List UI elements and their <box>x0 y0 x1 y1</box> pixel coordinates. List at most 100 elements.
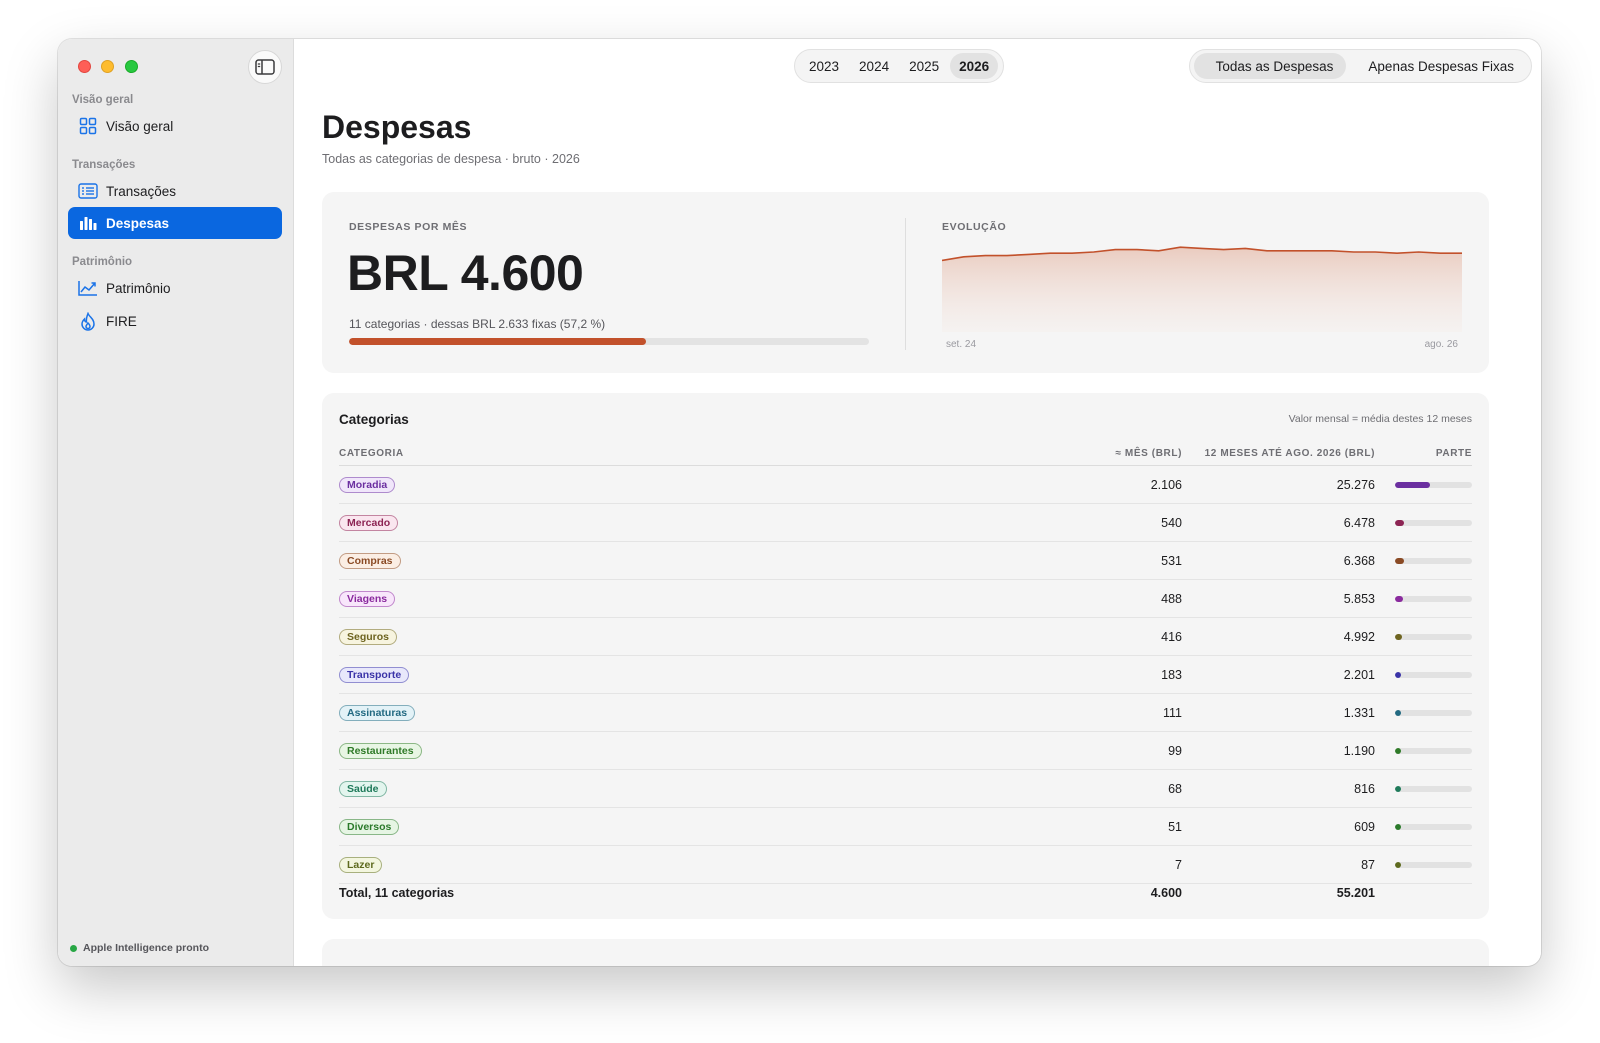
status-dot-icon <box>70 944 77 952</box>
table-row[interactable]: Seguros 416 4.992 <box>339 618 1472 656</box>
trend-icon <box>78 278 98 298</box>
share-bar <box>1395 710 1472 716</box>
sidebar-item-label: Patrimônio <box>106 280 171 296</box>
month-value: 99 <box>1168 744 1182 758</box>
share-fill <box>1395 786 1401 792</box>
table-row[interactable]: Compras 531 6.368 <box>339 542 1472 580</box>
category-tag[interactable]: Restaurantes <box>339 743 422 759</box>
sidebar-item-label: FIRE <box>106 313 137 329</box>
total-label: Total, 11 categorias <box>339 886 455 900</box>
table-row[interactable]: Moradia 2.106 25.276 <box>339 466 1472 504</box>
fixed-share-bar <box>349 338 869 345</box>
app-window: Visão geral Visão geral Transações Trans… <box>58 39 1541 966</box>
monthly-expenses-label: DESPESAS POR MÊS <box>349 221 468 233</box>
column-header-month[interactable]: ≈ MÊS (BRL) <box>1115 448 1182 459</box>
sidebar-toggle-button[interactable] <box>248 50 282 84</box>
12-months-value: 1.331 <box>1343 706 1375 720</box>
sidebar-section-transactions: Transações <box>72 159 136 171</box>
bar-chart-icon <box>78 213 98 233</box>
page-subtitle: Todas as categorias de despesa · bruto ·… <box>322 152 580 166</box>
year-2025-button[interactable]: 2025 <box>900 53 948 79</box>
divider <box>905 218 906 350</box>
sidebar-item-label: Transações <box>106 183 177 199</box>
category-tag[interactable]: Viagens <box>339 591 396 607</box>
month-value: 183 <box>1161 668 1182 682</box>
table-row[interactable]: Viagens 488 5.853 <box>339 580 1472 618</box>
table-row[interactable]: Mercado 540 6.478 <box>339 504 1472 542</box>
month-value: 488 <box>1161 592 1182 606</box>
table-row[interactable]: Restaurantes 99 1.190 <box>339 732 1472 770</box>
sidebar-section-patrimony: Patrimônio <box>72 256 133 268</box>
share-bar <box>1395 558 1472 564</box>
share-bar <box>1395 748 1472 754</box>
evolution-end-label: ago. 26 <box>1424 339 1458 350</box>
year-2023-button[interactable]: 2023 <box>800 53 848 79</box>
month-value: 540 <box>1161 516 1182 530</box>
column-header-category[interactable]: CATEGORIA <box>339 448 404 459</box>
month-value: 51 <box>1168 820 1182 834</box>
year-2026-button[interactable]: 2026 <box>950 53 999 79</box>
table-row[interactable]: Assinaturas 111 1.331 <box>339 694 1472 732</box>
category-tag[interactable]: Mercado <box>339 515 399 531</box>
12-months-value: 816 <box>1354 782 1375 796</box>
sidebar-item-transactions[interactable]: Transações <box>68 175 282 207</box>
category-tag[interactable]: Seguros <box>339 629 398 645</box>
evolution-chart <box>942 246 1462 332</box>
month-value: 111 <box>1162 706 1182 720</box>
sidebar-item-label: Visão geral <box>106 118 174 134</box>
category-tag[interactable]: Lazer <box>339 857 383 873</box>
table-row[interactable]: Transporte 183 2.201 <box>339 656 1472 694</box>
grid-icon <box>78 116 98 136</box>
share-fill <box>1395 520 1404 526</box>
share-fill <box>1395 862 1401 868</box>
column-header-share[interactable]: PARTE <box>1436 448 1472 459</box>
flame-icon <box>78 311 98 331</box>
12-months-value: 2.201 <box>1343 668 1375 682</box>
12-months-value: 4.992 <box>1343 630 1375 644</box>
sidebar-item-patrimony[interactable]: Patrimônio <box>68 272 282 304</box>
category-tag[interactable]: Diversos <box>339 819 400 835</box>
fixed-share-fill <box>349 338 647 345</box>
12-months-value: 609 <box>1354 820 1375 834</box>
filter-all-expenses-button[interactable]: Todas as Despesas <box>1193 53 1347 79</box>
category-tag[interactable]: Transporte <box>339 667 410 683</box>
ai-status-text: Apple Intelligence pronto <box>83 942 210 954</box>
share-bar <box>1395 672 1472 678</box>
table-row[interactable]: Diversos 51 609 <box>339 808 1472 846</box>
zoom-window-button[interactable] <box>125 60 138 73</box>
12-months-value: 5.853 <box>1343 592 1375 606</box>
category-tag[interactable]: Compras <box>339 553 401 569</box>
minimize-window-button[interactable] <box>101 60 114 73</box>
filter-fixed-expenses-button[interactable]: Apenas Despesas Fixas <box>1346 53 1527 79</box>
12-months-value: 6.368 <box>1343 554 1375 568</box>
sidebar-item-overview[interactable]: Visão geral <box>68 110 282 142</box>
categories-rows: Moradia 2.106 25.276 Mercado 540 6.478 Compras… <box>339 466 1472 884</box>
sidebar-section-overview: Visão geral <box>72 94 134 106</box>
column-header-12-months[interactable]: 12 MESES ATÉ AGO. 2026 (BRL) <box>1205 448 1375 459</box>
table-row[interactable]: Saúde 68 816 <box>339 770 1472 808</box>
year-2024-button[interactable]: 2024 <box>850 53 898 79</box>
share-bar <box>1395 482 1472 488</box>
month-value: 68 <box>1168 782 1182 796</box>
share-fill <box>1395 482 1431 488</box>
monthly-expenses-note: 11 categorias · dessas BRL 2.633 fixas (… <box>349 317 606 331</box>
total-month-value: 4.600 <box>1150 886 1182 900</box>
share-fill <box>1395 672 1401 678</box>
ai-status: Apple Intelligence pronto <box>70 942 209 954</box>
share-bar <box>1395 596 1472 602</box>
category-tag[interactable]: Moradia <box>339 477 396 493</box>
close-window-button[interactable] <box>78 60 91 73</box>
12-months-value: 87 <box>1361 858 1375 872</box>
evolution-area <box>942 247 1462 332</box>
monthly-expenses-value: BRL 4.600 <box>347 245 584 301</box>
sidebar-item-fire[interactable]: FIRE <box>68 305 282 337</box>
month-value: 7 <box>1175 858 1182 872</box>
sidebar-item-expenses[interactable]: Despesas <box>68 207 282 239</box>
share-bar <box>1395 824 1472 830</box>
table-row[interactable]: Lazer 7 87 <box>339 846 1472 884</box>
expense-filter: Todas as Despesas Apenas Despesas Fixas <box>1188 49 1532 83</box>
category-tag[interactable]: Saúde <box>339 781 387 797</box>
list-icon <box>78 181 98 201</box>
category-tag[interactable]: Assinaturas <box>339 705 416 721</box>
sidebar-toggle-icon <box>255 59 275 75</box>
